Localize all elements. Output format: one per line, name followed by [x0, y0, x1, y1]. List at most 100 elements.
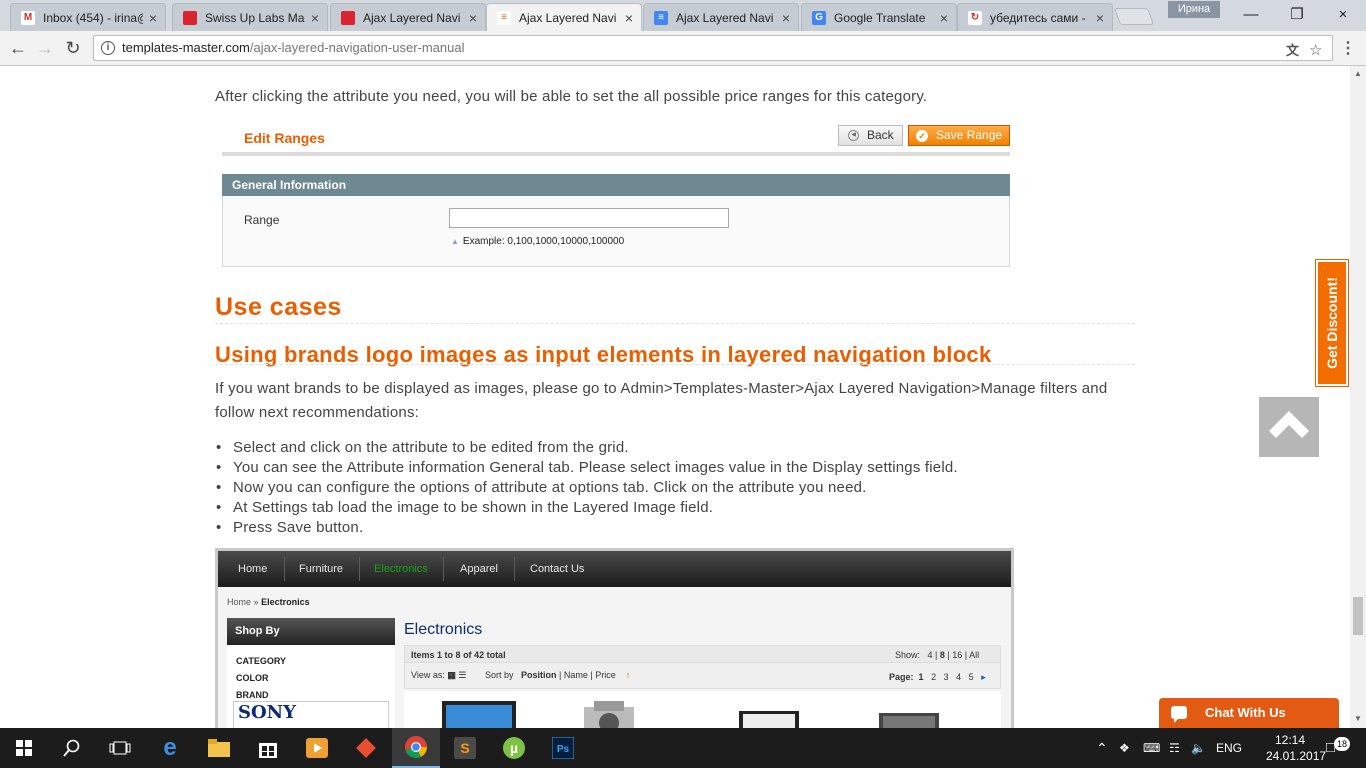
address-toolbar: ← → ↻ i templates-master.com/ajax-layere… [0, 31, 1366, 66]
start-icon[interactable] [0, 728, 48, 768]
clock[interactable]: 12:14 24.01.2017 [1266, 732, 1327, 764]
show-label: Show: [895, 650, 921, 660]
edge-icon[interactable]: e [146, 728, 194, 768]
scroll-down-icon[interactable]: ▼ [1354, 714, 1362, 723]
tab-title: Ajax Layered Navi [519, 10, 617, 25]
tab-close-icon[interactable]: × [625, 10, 633, 26]
scrollbar-thumb[interactable] [1353, 597, 1363, 635]
photoshop-icon[interactable]: Ps [539, 728, 587, 768]
save-range-label: Save Range [936, 128, 1003, 142]
tab-title: Inbox (454) - irina@ [43, 10, 143, 25]
tab-title: Swiss Up Labs Mag [205, 10, 305, 25]
scroll-up-icon[interactable]: ▲ [1354, 69, 1362, 78]
dropbox-icon[interactable]: ❖ [1119, 728, 1130, 768]
tab-close-icon[interactable]: × [469, 10, 477, 26]
file-explorer-icon[interactable] [195, 728, 243, 768]
keyboard-icon[interactable]: ⌨ [1143, 728, 1160, 768]
range-hint-text: Example: 0,100,1000,10000,100000 [462, 236, 625, 247]
tab-close-icon[interactable]: × [782, 10, 790, 26]
pager: Page: 1 2 3 4 5 ▸ [889, 672, 986, 683]
step-item: Select and click on the attribute to be … [215, 438, 958, 458]
browser-tab[interactable]: Ajax Layered Navi × [330, 3, 486, 31]
search-icon[interactable] [48, 728, 96, 768]
clock-date: 24.01.2017 [1266, 749, 1327, 763]
divider [215, 364, 1135, 365]
sort-option-selected: Position [521, 670, 557, 680]
tab-close-icon[interactable]: × [149, 10, 157, 26]
browser-tab[interactable]: ≡ Ajax Layered Navi × [486, 3, 642, 31]
breadcrumb-separator: » [253, 597, 259, 607]
task-view-glyph-icon [109, 741, 131, 755]
divider [215, 323, 1135, 324]
back-arrow-icon[interactable]: ← [6, 36, 30, 60]
laptop-image [739, 711, 799, 728]
tab-close-icon[interactable]: × [1096, 10, 1104, 26]
new-tab-button[interactable] [1113, 8, 1155, 25]
info-icon[interactable]: i [101, 41, 115, 55]
forward-arrow-icon[interactable]: → [33, 36, 57, 60]
media-player-icon[interactable] [293, 728, 341, 768]
back-button[interactable]: ◀ Back [838, 125, 903, 146]
tab-close-icon[interactable]: × [311, 10, 319, 26]
show-limit: Show: 4 | 8 | 16 | All [895, 650, 980, 660]
browser-menu-icon[interactable]: ⋮ [1340, 38, 1356, 58]
sublime-icon[interactable]: S [441, 728, 489, 768]
chat-with-us-button[interactable]: Chat With Us [1159, 698, 1339, 728]
chrome-icon[interactable] [392, 728, 440, 768]
get-discount-label: Get Discount! [1324, 277, 1340, 369]
language-indicator[interactable]: ENG [1216, 728, 1242, 768]
use-cases-heading: Use cases [215, 293, 342, 321]
translate-icon[interactable]: 文 [1286, 39, 1299, 63]
browser-tab[interactable]: ↻ убедитесь сами - × [957, 3, 1113, 31]
store-nav-electronics: Electronics [374, 563, 428, 575]
general-information-header: General Information [222, 174, 1010, 196]
browser-tab[interactable]: M Inbox (454) - irina@ × [10, 3, 166, 31]
store-nav: Home Furniture Electronics Apparel Conta… [218, 551, 1011, 587]
volume-icon[interactable]: 🔈 [1191, 728, 1206, 768]
utorrent-icon[interactable]: µ [490, 728, 538, 768]
range-hint: ▲ Example: 0,100,1000,10000,100000 [451, 236, 624, 247]
restore-icon[interactable]: ❐ [1274, 0, 1320, 30]
sublime-logo-icon: S [454, 737, 476, 759]
edge-glyph-icon: e [163, 734, 177, 761]
browser-tab[interactable]: ≡ Ajax Layered Navi × [643, 3, 799, 31]
browser-tab[interactable]: G Google Translate × [801, 3, 957, 31]
general-information-body: Range ▲ Example: 0,100,1000,10000,100000 [222, 196, 1010, 267]
view-as-label: View as: [411, 670, 445, 680]
tab-favicon-icon: ≡ [497, 10, 511, 25]
nav-separator [284, 557, 285, 581]
sort-option: Price [595, 670, 616, 680]
store-nav-contact: Contact Us [530, 563, 585, 575]
filter-color: COLOR [236, 673, 269, 683]
window-close-icon[interactable]: × [1320, 0, 1366, 30]
back-icon: ◀ [848, 130, 859, 141]
browser-tab[interactable]: Swiss Up Labs Mag × [172, 3, 328, 31]
clock-time: 12:14 [1274, 733, 1306, 747]
hint-arrow-icon: ▲ [451, 237, 459, 246]
scroll-to-top-button[interactable] [1259, 397, 1319, 457]
page-current: 1 [918, 672, 924, 682]
tray-chevron-icon[interactable]: ⌃ [1096, 728, 1108, 768]
range-input[interactable] [449, 208, 729, 228]
tab-favicon-icon: G [812, 10, 826, 25]
task-view-icon[interactable] [96, 728, 144, 768]
git-icon[interactable] [342, 728, 390, 768]
tab-close-icon[interactable]: × [940, 10, 948, 26]
notification-count: 18 [1334, 737, 1351, 751]
minimize-icon[interactable]: — [1228, 0, 1274, 30]
wifi-icon[interactable]: ☶ [1169, 728, 1180, 768]
sort-by: Sort by Position | Name | Price ↑ [485, 670, 631, 680]
store-icon[interactable] [244, 728, 292, 768]
items-total: of 42 total [463, 650, 506, 660]
page-label: Page: [889, 672, 914, 682]
profile-button[interactable]: Ирина [1168, 1, 1220, 18]
save-range-button[interactable]: ✓ Save Range [908, 125, 1010, 146]
page-scrollbar[interactable]: ▲ ▼ [1350, 66, 1366, 728]
get-discount-button[interactable]: Get Discount! [1315, 259, 1349, 387]
notifications-icon[interactable]: □ [1326, 728, 1335, 768]
url-bar[interactable]: i templates-master.com/ajax-layered-navi… [93, 35, 1333, 61]
store-toolbar-sort: View as: ▦ ☰ Sort by Position | Name | P… [404, 663, 1001, 689]
nav-separator [443, 557, 444, 581]
reload-icon[interactable]: ↻ [61, 36, 85, 60]
bookmark-star-icon[interactable]: ☆ [1309, 39, 1322, 63]
